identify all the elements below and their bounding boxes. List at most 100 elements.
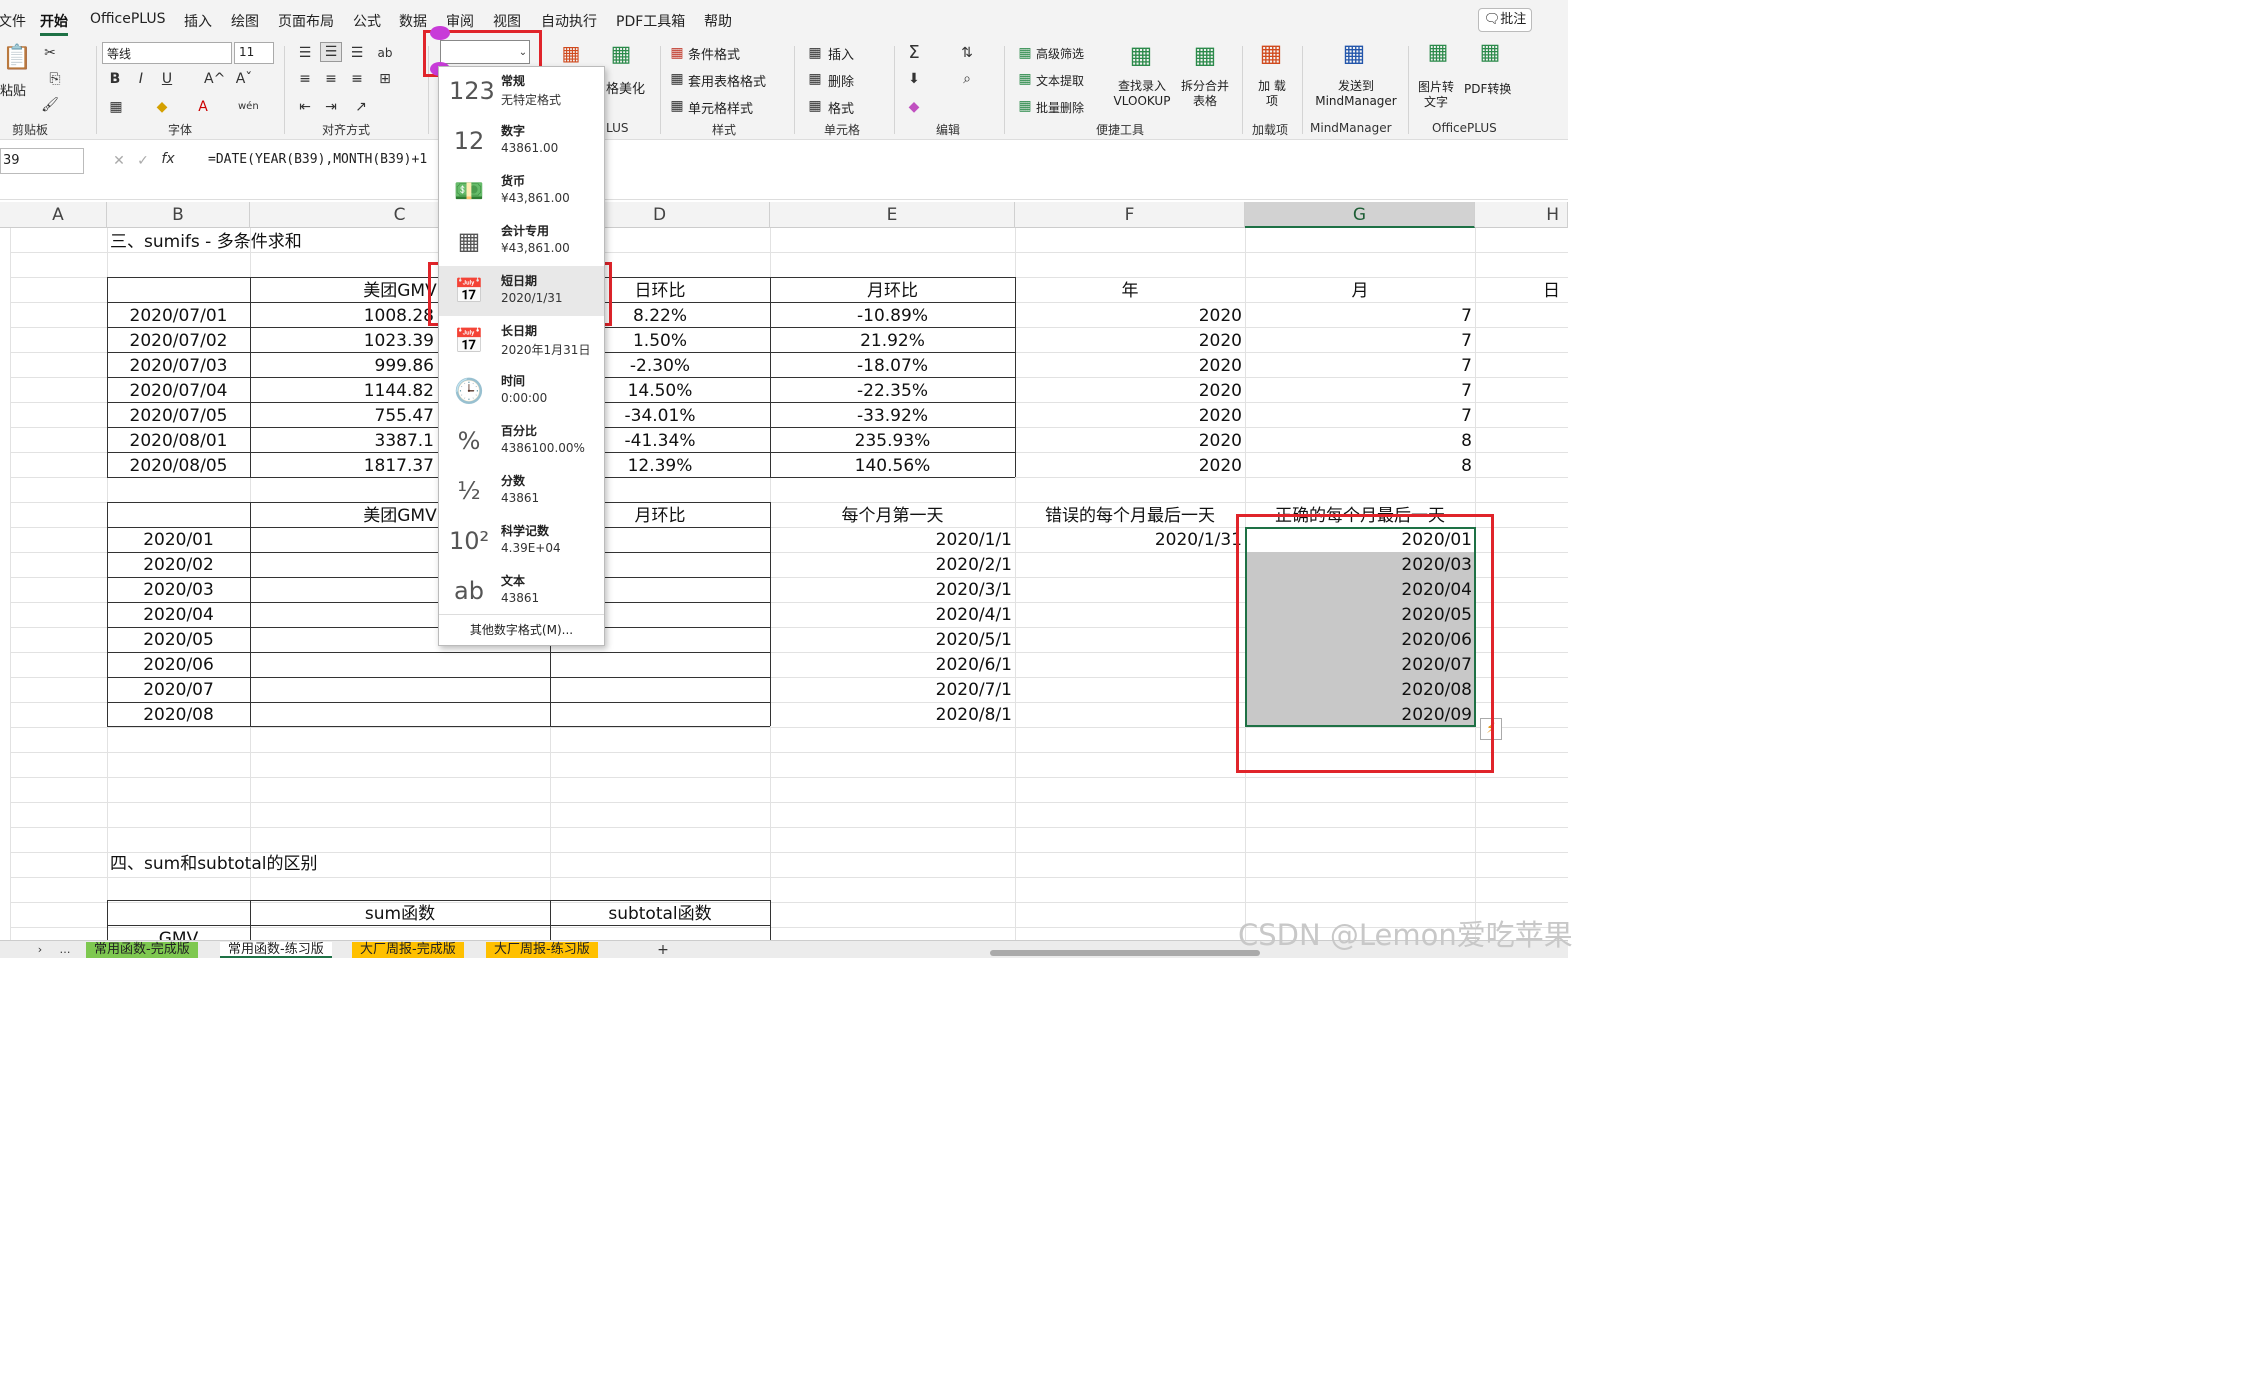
table1-month[interactable]: 8	[1245, 454, 1472, 479]
decrease-indent-icon[interactable]: ⇤	[296, 98, 314, 116]
format-option-0[interactable]: 123 常规 无特定格式	[439, 66, 604, 116]
menu-automate[interactable]: 自动执行	[541, 11, 597, 31]
sort-filter-icon[interactable]: ⇅	[956, 44, 978, 62]
column-header-e[interactable]: E	[770, 202, 1015, 228]
font-size-select[interactable]: 11	[234, 42, 274, 64]
lookup-button[interactable]: 查找录入 VLOOKUP	[1112, 79, 1172, 109]
table1-year[interactable]: 2020	[1015, 304, 1242, 329]
advanced-filter-button[interactable]: 高级筛选	[1036, 45, 1084, 62]
send-mindmanager-button[interactable]: 发送到 MindManager	[1310, 79, 1402, 109]
mindmanager-icon[interactable]: ▦	[1336, 41, 1372, 65]
table1-gmv[interactable]: 1817.37	[250, 454, 434, 479]
beautify-icon[interactable]: ▦	[606, 44, 636, 66]
align-top-icon[interactable]: ☰	[296, 44, 314, 62]
menu-help[interactable]: 帮助	[704, 11, 732, 31]
confirm-icon[interactable]: ✓	[136, 152, 150, 170]
table2-first-day[interactable]: 2020/5/1	[770, 628, 1012, 653]
format-option-9[interactable]: 10² 科学记数 4.39E+04	[439, 516, 604, 566]
name-box[interactable]: 39	[0, 148, 84, 174]
menu-file[interactable]: 文件	[0, 11, 26, 31]
formula-input[interactable]: =DATE(YEAR(B39),MONTH(B39)+1	[208, 152, 427, 167]
menu-page-layout[interactable]: 页面布局	[278, 11, 334, 31]
table2-month[interactable]: 2020/04	[107, 603, 250, 628]
table2-wrong-last-day[interactable]	[1015, 703, 1242, 728]
tab-nav-prev-icon[interactable]: ›	[34, 941, 46, 959]
image-to-text-icon[interactable]: ▦	[1424, 42, 1452, 64]
table1-year[interactable]: 2020	[1015, 329, 1242, 354]
table1-date[interactable]: 2020/07/05	[107, 404, 250, 429]
table1-monthly-change[interactable]: -33.92%	[770, 404, 1015, 429]
table1-year[interactable]: 2020	[1015, 379, 1242, 404]
table2-first-day[interactable]: 2020/6/1	[770, 653, 1012, 678]
menu-insert[interactable]: 插入	[184, 11, 212, 31]
autosum-icon[interactable]: Σ	[904, 44, 924, 62]
format-option-8[interactable]: ½ 分数 43861	[439, 466, 604, 516]
menu-review[interactable]: 审阅	[446, 11, 474, 31]
table2-first-day[interactable]: 2020/3/1	[770, 578, 1012, 603]
shrink-font-icon[interactable]: Aˇ	[234, 70, 254, 88]
conditional-format-button[interactable]: 条件格式	[688, 44, 740, 63]
format-cells-button[interactable]: 格式	[828, 98, 854, 117]
table2-wrong-last-day[interactable]	[1015, 553, 1242, 578]
pdf-convert-icon[interactable]: ▦	[1476, 42, 1504, 64]
table2-wrong-last-day[interactable]: 2020/1/31	[1015, 528, 1242, 553]
wrap-text-icon[interactable]: ab	[376, 44, 394, 62]
addin-icon[interactable]: ▦	[1256, 41, 1286, 65]
align-left-icon[interactable]: ≡	[296, 70, 314, 88]
tab-functions-practice[interactable]: 常用函数-练习版	[220, 942, 332, 958]
column-header-g[interactable]: G	[1245, 202, 1475, 228]
table2-month[interactable]: 2020/03	[107, 578, 250, 603]
menu-officeplus[interactable]: OfficePLUS	[90, 11, 166, 27]
format-option-10[interactable]: ab 文本 43861	[439, 566, 604, 616]
table1-year[interactable]: 2020	[1015, 404, 1242, 429]
format-cells-icon[interactable]: ▦	[806, 97, 824, 115]
cell-style-icon[interactable]: ▦	[668, 97, 686, 115]
cancel-icon[interactable]: ✕	[112, 152, 126, 170]
copy-icon[interactable]: ⎘	[40, 70, 70, 88]
menu-home[interactable]: 开始	[40, 11, 68, 31]
table2-month[interactable]: 2020/07	[107, 678, 250, 703]
tab-functions-done[interactable]: 常用函数-完成版	[86, 942, 198, 958]
table1-date[interactable]: 2020/07/01	[107, 304, 250, 329]
table-format-button[interactable]: 套用表格格式	[688, 71, 766, 90]
add-sheet-icon[interactable]: +	[656, 941, 670, 959]
format-option-2[interactable]: 💵 货币 ¥43,861.00	[439, 166, 604, 216]
table1-month[interactable]: 7	[1245, 354, 1472, 379]
fill-icon[interactable]: ⬇	[904, 70, 924, 88]
table1-date[interactable]: 2020/08/05	[107, 454, 250, 479]
batch-delete-button[interactable]: 批量删除	[1036, 99, 1084, 116]
table1-monthly-change[interactable]: -18.07%	[770, 354, 1015, 379]
format-painter-icon[interactable]: 🖌	[40, 96, 60, 114]
table1-gmv[interactable]: 1008.28	[250, 304, 434, 329]
tab-weekly-done[interactable]: 大厂周报-完成版	[352, 942, 464, 958]
table-format-icon[interactable]: ▦	[668, 70, 686, 88]
table2-wrong-last-day[interactable]	[1015, 653, 1242, 678]
align-center-icon[interactable]: ≡	[322, 70, 340, 88]
table1-gmv[interactable]: 1023.39	[250, 329, 434, 354]
find-icon[interactable]: ⌕	[956, 70, 978, 88]
lookup-icon[interactable]: ▦	[1126, 43, 1156, 67]
paste-label[interactable]: 粘贴	[0, 80, 26, 99]
text-extract-icon[interactable]: ▦	[1016, 70, 1034, 88]
column-header-h[interactable]: H	[1475, 202, 1568, 228]
table-icon[interactable]: ▦	[556, 43, 586, 63]
format-option-7[interactable]: % 百分比 4386100.00%	[439, 416, 604, 466]
tab-weekly-practice[interactable]: 大厂周报-练习版	[486, 942, 598, 958]
border-icon[interactable]: ▦	[106, 98, 126, 116]
table2-first-day[interactable]: 2020/4/1	[770, 603, 1012, 628]
format-option-1[interactable]: 12 数字 43861.00	[439, 116, 604, 166]
table1-monthly-change[interactable]: -22.35%	[770, 379, 1015, 404]
conditional-format-icon[interactable]: ▦	[668, 44, 686, 62]
table1-monthly-change[interactable]: 235.93%	[770, 429, 1015, 454]
column-header-b[interactable]: B	[107, 202, 250, 228]
increase-indent-icon[interactable]: ⇥	[322, 98, 340, 116]
table1-monthly-change[interactable]: 140.56%	[770, 454, 1015, 479]
table1-gmv[interactable]: 755.47	[250, 404, 434, 429]
table2-month[interactable]: 2020/08	[107, 703, 250, 728]
table2-first-day[interactable]: 2020/2/1	[770, 553, 1012, 578]
table1-gmv[interactable]: 999.86	[250, 354, 434, 379]
align-right-icon[interactable]: ≡	[348, 70, 366, 88]
menu-formulas[interactable]: 公式	[353, 11, 381, 31]
table1-year[interactable]: 2020	[1015, 354, 1242, 379]
split-merge-icon[interactable]: ▦	[1190, 43, 1220, 67]
